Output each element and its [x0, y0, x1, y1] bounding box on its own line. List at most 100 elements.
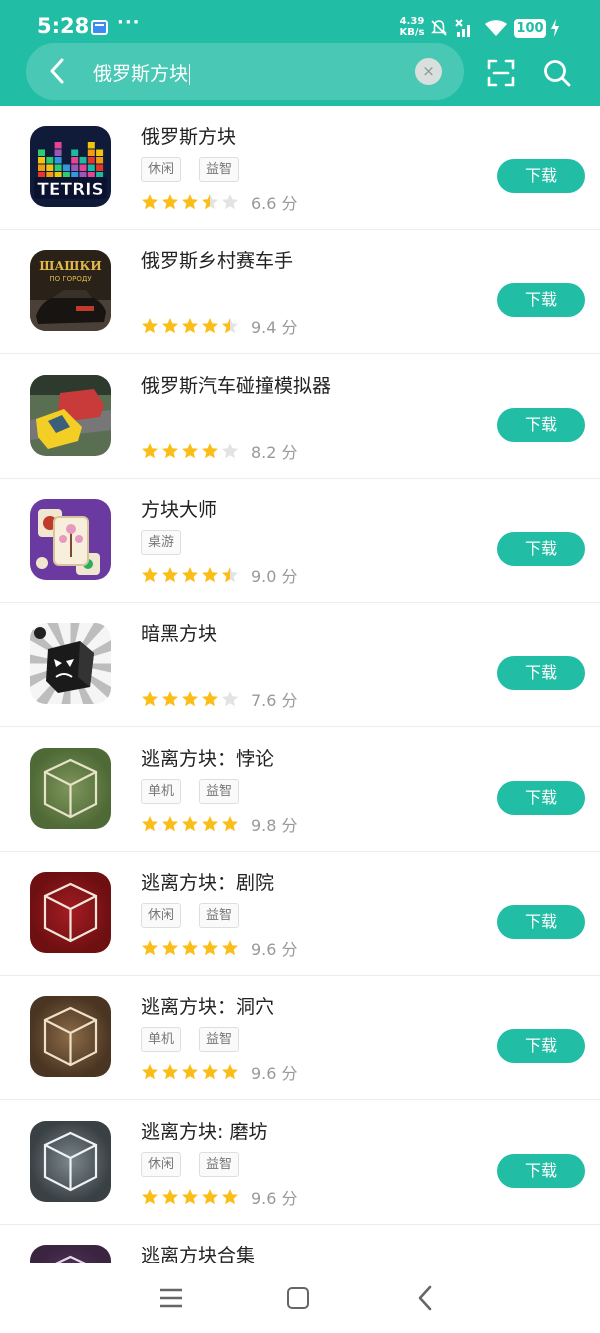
cube-green-icon[interactable]	[30, 748, 111, 829]
app-list-item[interactable]: 逃离方块合集	[0, 1225, 600, 1263]
star-icon	[142, 567, 158, 583]
app-title[interactable]: 暗黑方块	[141, 619, 217, 646]
message-icon	[91, 20, 108, 35]
download-button[interactable]: 下载	[497, 1029, 585, 1063]
app-tag[interactable]: 益智	[199, 1027, 240, 1052]
app-tag[interactable]: 益智	[199, 779, 240, 804]
star-icon	[162, 318, 178, 334]
app-tag[interactable]: 益智	[199, 903, 240, 928]
nav-back-icon[interactable]	[416, 1285, 434, 1311]
app-tag[interactable]: 益智	[199, 157, 240, 182]
search-input[interactable]: 俄罗斯方块	[93, 59, 191, 86]
app-score-unit: 分	[281, 443, 298, 462]
cube-red-icon[interactable]	[30, 872, 111, 953]
download-button[interactable]: 下载	[497, 781, 585, 815]
text-caret	[189, 64, 191, 85]
cube-brown-icon[interactable]	[30, 996, 111, 1077]
cube-grey-icon[interactable]	[30, 1121, 111, 1202]
app-title[interactable]: 俄罗斯乡村赛车手	[141, 246, 293, 273]
app-tags: 休闲 益智	[141, 903, 240, 928]
app-list-item[interactable]: 逃离方块：洞穴 单机 益智 9.6 分 下载	[0, 976, 600, 1100]
download-button[interactable]: 下载	[497, 283, 585, 317]
app-tag[interactable]: 休闲	[141, 157, 182, 182]
app-tag[interactable]: 休闲	[141, 1152, 182, 1177]
app-list-item[interactable]: ШАШКИ ПО ГОРОДУ 俄罗斯乡村赛车手 9.4 分 下载	[0, 230, 600, 354]
mahjong-tile-icon[interactable]	[30, 499, 111, 580]
download-button[interactable]: 下载	[497, 656, 585, 690]
app-tag[interactable]: 益智	[199, 1152, 240, 1177]
tetris-icon[interactable]: TETRIS	[30, 126, 111, 207]
star-icon	[162, 567, 178, 583]
app-score: 9.6 分	[251, 1185, 298, 1209]
download-button[interactable]: 下载	[497, 532, 585, 566]
star-icon	[162, 194, 178, 210]
app-list-item[interactable]: 方块大师 桌游 9.0 分 下载	[0, 479, 600, 603]
star-icon	[182, 318, 198, 334]
app-title[interactable]: 逃离方块：洞穴	[141, 992, 274, 1019]
star-icon	[222, 1064, 238, 1080]
star-icon	[202, 567, 218, 583]
download-button[interactable]: 下载	[497, 905, 585, 939]
download-button[interactable]: 下载	[497, 1154, 585, 1188]
app-title[interactable]: 逃离方块：剧院	[141, 868, 274, 895]
menu-icon[interactable]	[159, 1288, 183, 1308]
app-list-item[interactable]: 逃离方块：剧院 休闲 益智 9.6 分 下载	[0, 852, 600, 976]
dark-cube-icon[interactable]	[30, 623, 111, 704]
star-icon	[162, 940, 178, 956]
clear-search-button[interactable]: ×	[415, 58, 442, 85]
app-rating: 7.6 分	[141, 687, 298, 711]
star-icon	[162, 691, 178, 707]
search-results-list[interactable]: TETRIS 俄罗斯方块 休闲 益智 6.6 分下载 ШАШКИ ПО ГОРОДУ 俄罗斯乡…	[0, 106, 600, 1263]
search-icon[interactable]	[542, 58, 572, 88]
header: 5:28 ··· 4.39 KB/s 100 俄罗斯方块 ×	[0, 0, 600, 106]
app-tag[interactable]: 桌游	[141, 530, 182, 555]
download-button[interactable]: 下载	[497, 408, 585, 442]
home-icon[interactable]	[287, 1287, 309, 1309]
app-list-item[interactable]: 俄罗斯汽车碰撞模拟器 8.2 分 下载	[0, 355, 600, 479]
network-speed-value: 4.39	[399, 16, 425, 27]
app-rating: 8.2 分	[141, 439, 298, 463]
svg-text:ШАШКИ: ШАШКИ	[39, 259, 101, 273]
star-icon	[142, 1064, 158, 1080]
app-rating: 9.8 分	[141, 812, 298, 836]
back-icon[interactable]	[46, 56, 68, 86]
app-score-value: 9.0	[251, 567, 277, 586]
app-title[interactable]: 方块大师	[141, 495, 217, 522]
app-list-item[interactable]: 逃离方块：悖论 单机 益智 9.8 分 下载	[0, 728, 600, 852]
download-button[interactable]: 下载	[497, 159, 585, 193]
app-score-value: 9.6	[251, 940, 277, 959]
navigation-bar	[0, 1263, 600, 1333]
star-icon	[142, 194, 158, 210]
car-crash-icon[interactable]	[30, 375, 111, 456]
search-bar[interactable]	[26, 43, 464, 100]
star-icon	[222, 194, 238, 210]
app-title[interactable]: 俄罗斯汽车碰撞模拟器	[141, 371, 331, 398]
star-icon	[222, 567, 238, 583]
app-title[interactable]: 逃离方块：悖论	[141, 744, 274, 771]
app-tag[interactable]: 单机	[141, 1027, 182, 1052]
app-title[interactable]: 逃离方块: 磨坊	[141, 1117, 267, 1144]
app-list-item[interactable]: 逃离方块: 磨坊 休闲 益智 9.6 分 下载	[0, 1101, 600, 1225]
app-list-item[interactable]: 暗黑方块 7.6 分 下载	[0, 603, 600, 727]
app-tag[interactable]: 休闲	[141, 903, 182, 928]
app-rating: 6.6 分	[141, 190, 298, 214]
scan-icon[interactable]	[486, 58, 516, 88]
racing-car-icon[interactable]: ШАШКИ ПО ГОРОДУ	[30, 250, 111, 331]
app-score: 9.8 分	[251, 812, 298, 836]
star-icon	[142, 816, 158, 832]
charging-icon	[551, 19, 559, 37]
cube-collection-icon[interactable]	[30, 1245, 111, 1263]
app-title[interactable]: 俄罗斯方块	[141, 122, 236, 149]
app-score-unit: 分	[281, 1064, 298, 1083]
app-score-unit: 分	[281, 691, 298, 710]
app-tag[interactable]: 单机	[141, 779, 182, 804]
star-icon	[142, 691, 158, 707]
app-list-item[interactable]: TETRIS 俄罗斯方块休闲 益智 6.6 分 下载	[0, 106, 600, 230]
star-icon	[182, 1189, 198, 1205]
app-score-unit: 分	[281, 194, 298, 213]
app-score: 9.6 分	[251, 1060, 298, 1084]
star-icon	[142, 443, 158, 459]
star-icon	[162, 1064, 178, 1080]
star-icon	[202, 443, 218, 459]
app-title[interactable]: 逃离方块合集	[141, 1241, 255, 1263]
